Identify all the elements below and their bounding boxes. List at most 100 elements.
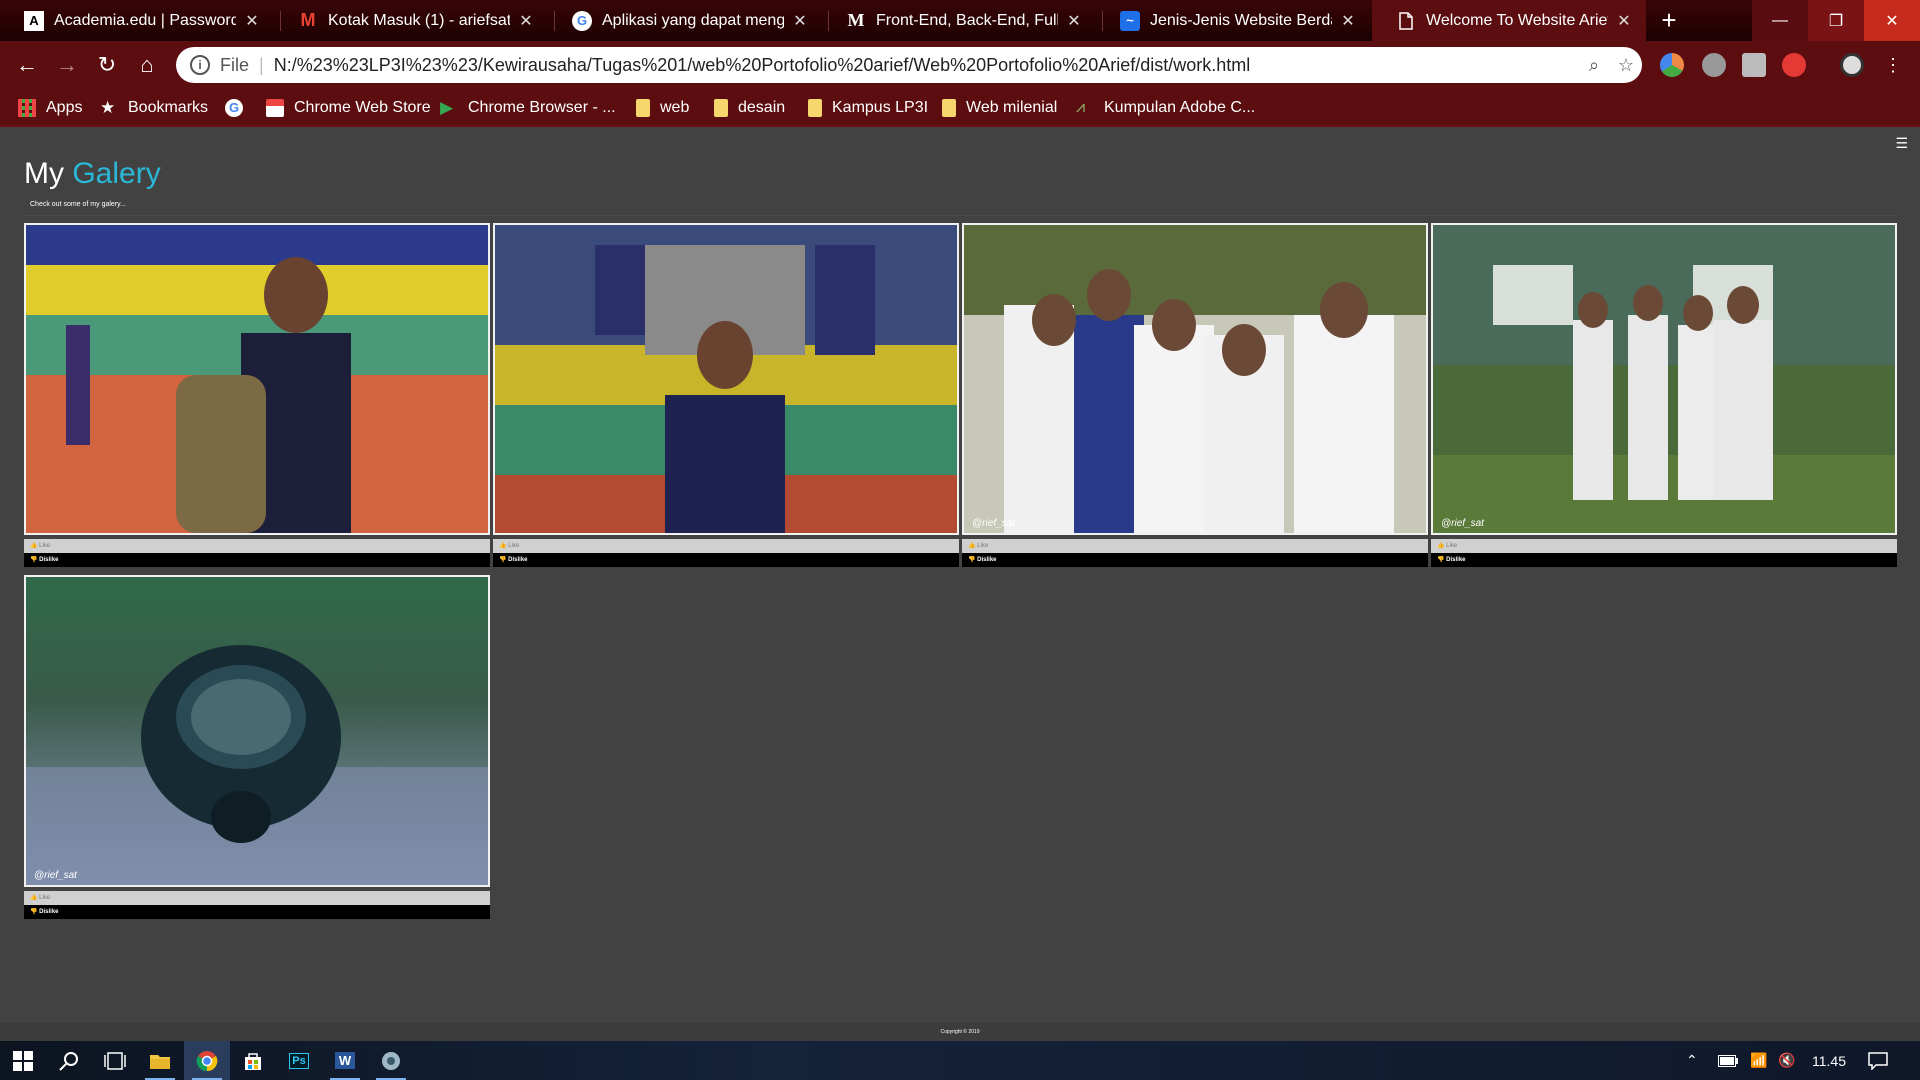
extension-icon[interactable] bbox=[1660, 53, 1684, 77]
dislike-button[interactable]: 👎 Dislike bbox=[24, 905, 490, 919]
thumbs-up-icon: 👍 bbox=[968, 543, 976, 549]
gallery-photo[interactable]: @rief_sat bbox=[1431, 223, 1897, 535]
dislike-label: Dislike bbox=[508, 557, 528, 563]
bookmark-kumpulan-adobe[interactable]: ⩘ Kumpulan Adobe C... bbox=[1076, 96, 1255, 120]
tab-title: Kotak Masuk (1) - ariefsatria5 bbox=[328, 11, 510, 29]
clock[interactable]: 11.45 bbox=[1812, 1041, 1846, 1080]
gmail-icon: M bbox=[300, 10, 316, 30]
apps-grid-icon bbox=[18, 99, 36, 117]
chrome-menu-icon[interactable]: ⋮ bbox=[1878, 50, 1908, 80]
tab-gmail[interactable]: M Kotak Masuk (1) - ariefsatria5 ✕ bbox=[274, 0, 548, 41]
bookmark-folder-web-milenial[interactable]: Web milenial bbox=[942, 96, 1057, 120]
close-tab-icon[interactable]: ✕ bbox=[242, 11, 262, 31]
avatar[interactable] bbox=[1840, 53, 1864, 77]
bookmark-chrome-browser[interactable]: ▶ Chrome Browser - ... bbox=[440, 96, 616, 120]
new-tab-button[interactable]: + bbox=[1654, 6, 1684, 36]
tab-academia[interactable]: A Academia.edu | Password Re ✕ bbox=[0, 0, 274, 41]
back-icon[interactable]: ← bbox=[12, 50, 42, 80]
address-bar[interactable]: i File | N:/%23%23LP3I%23%23/Kewirausaha… bbox=[176, 47, 1642, 83]
tab-google[interactable]: G Aplikasi yang dapat mengak ✕ bbox=[548, 0, 822, 41]
like-button[interactable]: 👍 Like bbox=[24, 539, 490, 553]
gallery-photo[interactable]: @rief_sat bbox=[962, 223, 1428, 535]
play-icon: ▶ bbox=[440, 98, 454, 117]
forward-icon[interactable]: → bbox=[52, 50, 82, 80]
tab-welcome-arief[interactable]: Welcome To Website Arief ✕ bbox=[1372, 0, 1646, 41]
chrome-taskbar-icon[interactable] bbox=[184, 1041, 230, 1080]
restore-button[interactable]: ❐ bbox=[1808, 0, 1864, 41]
dislike-button[interactable]: 👎 Dislike bbox=[962, 553, 1428, 567]
bookmark-label: Web milenial bbox=[966, 99, 1058, 116]
photoshop-icon[interactable]: Ps bbox=[276, 1041, 322, 1080]
like-button[interactable]: 👍 Like bbox=[1431, 539, 1897, 553]
extension-icon[interactable] bbox=[1702, 53, 1726, 77]
dislike-label: Dislike bbox=[977, 557, 997, 563]
star-icon: ★ bbox=[100, 98, 116, 117]
bookmark-star-icon[interactable]: ☆ bbox=[1610, 55, 1642, 76]
page-subtitle: Check out some of my galery... bbox=[30, 201, 126, 208]
battery-icon[interactable] bbox=[1718, 1041, 1738, 1080]
close-window-button[interactable]: ✕ bbox=[1864, 0, 1920, 41]
google-icon: G bbox=[225, 99, 243, 117]
title-plain: My bbox=[24, 157, 64, 190]
tab-strip: A Academia.edu | Password Re ✕ M Kotak M… bbox=[0, 0, 1920, 41]
bookmark-apps[interactable]: Apps bbox=[18, 96, 82, 120]
volume-muted-icon[interactable]: 🔇 bbox=[1778, 1041, 1795, 1080]
bookmark-label: Chrome Browser - ... bbox=[468, 99, 616, 116]
bookmark-folder-web[interactable]: web bbox=[636, 96, 689, 120]
word-icon[interactable]: W bbox=[322, 1041, 368, 1080]
info-icon[interactable]: i bbox=[190, 55, 210, 75]
file-explorer-icon[interactable] bbox=[137, 1041, 183, 1080]
like-button[interactable]: 👍 Like bbox=[962, 539, 1428, 553]
gallery-photo[interactable] bbox=[24, 223, 490, 535]
bookmark-google[interactable]: G bbox=[225, 96, 253, 120]
home-icon[interactable]: ⌂ bbox=[132, 50, 162, 80]
bookmark-folder-desain[interactable]: desain bbox=[714, 96, 785, 120]
bookmark-label: Bookmarks bbox=[128, 99, 209, 116]
app-icon[interactable] bbox=[368, 1041, 414, 1080]
like-label: Like bbox=[508, 543, 520, 549]
url-scheme: File bbox=[220, 54, 250, 75]
tab-jenis-website[interactable]: ~ Jenis-Jenis Website Berdasar ✕ bbox=[1096, 0, 1370, 41]
wifi-icon[interactable]: 📶 bbox=[1750, 1041, 1767, 1080]
zoom-icon[interactable]: ⌕ bbox=[1578, 55, 1610, 76]
tray-chevron-icon[interactable]: ⌃ bbox=[1686, 1041, 1698, 1080]
folder-icon bbox=[714, 99, 728, 117]
dislike-button[interactable]: 👎 Dislike bbox=[1431, 553, 1897, 567]
like-button[interactable]: 👍 Like bbox=[493, 539, 959, 553]
extension-icon[interactable] bbox=[1782, 53, 1806, 77]
minimize-button[interactable]: — bbox=[1752, 0, 1808, 41]
gallery-photo[interactable] bbox=[493, 223, 959, 535]
search-icon[interactable] bbox=[46, 1041, 92, 1080]
document-icon bbox=[1396, 11, 1416, 31]
tab-medium[interactable]: M Front-End, Back-End, Full-Sta ✕ bbox=[822, 0, 1096, 41]
close-tab-icon[interactable]: ✕ bbox=[1338, 11, 1358, 31]
like-button[interactable]: 👍 Like bbox=[24, 891, 490, 905]
bookmark-bookmarks[interactable]: ★ Bookmarks bbox=[100, 96, 208, 120]
url-text[interactable]: N:/%23%23LP3I%23%23/Kewirausaha/Tugas%20… bbox=[274, 55, 1578, 76]
bookmark-chrome-web-store[interactable]: Chrome Web Store bbox=[266, 96, 431, 120]
gallery-photo[interactable]: @rief_sat bbox=[24, 575, 490, 887]
dislike-button[interactable]: 👎 Dislike bbox=[493, 553, 959, 567]
notifications-icon[interactable] bbox=[1868, 1041, 1888, 1080]
cast-icon[interactable] bbox=[1742, 53, 1766, 77]
like-label: Like bbox=[977, 543, 989, 549]
close-tab-icon[interactable]: ✕ bbox=[1614, 11, 1634, 31]
close-tab-icon[interactable]: ✕ bbox=[790, 11, 810, 31]
tab-title: Front-End, Back-End, Full-Sta bbox=[876, 11, 1058, 29]
gallery-card: @rief_sat 👍 Like 👎 Dislike bbox=[24, 575, 490, 919]
bookmark-label: desain bbox=[738, 99, 786, 116]
close-tab-icon[interactable]: ✕ bbox=[516, 11, 536, 31]
close-tab-icon[interactable]: ✕ bbox=[1064, 11, 1084, 31]
task-view-icon[interactable] bbox=[92, 1041, 138, 1080]
dislike-label: Dislike bbox=[39, 557, 59, 563]
folder-icon bbox=[942, 99, 956, 117]
bookmark-label: Apps bbox=[46, 99, 83, 116]
hamburger-menu-icon[interactable]: ☰ bbox=[1895, 135, 1908, 152]
reload-icon[interactable]: ↻ bbox=[92, 50, 122, 80]
dislike-button[interactable]: 👎 Dislike bbox=[24, 553, 490, 567]
bookmark-folder-kampus[interactable]: Kampus LP3I bbox=[808, 96, 928, 120]
gallery-card: 👍 Like 👎 Dislike bbox=[493, 223, 959, 567]
start-windows-icon[interactable] bbox=[0, 1041, 46, 1080]
store-icon[interactable] bbox=[230, 1041, 276, 1080]
thumbs-up-icon: 👍 bbox=[30, 895, 38, 901]
